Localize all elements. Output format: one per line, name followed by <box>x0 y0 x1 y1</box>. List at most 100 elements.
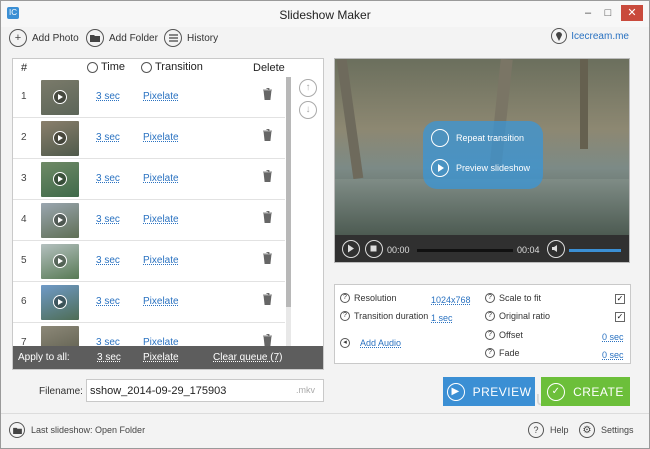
preview-slideshow-button[interactable]: Preview slideshow <box>431 159 530 177</box>
scale-to-fit-checkbox[interactable]: ✓ <box>615 294 625 304</box>
apply-time-link[interactable]: 3 sec <box>97 352 121 363</box>
icecream-icon <box>551 28 568 44</box>
trash-icon[interactable] <box>263 211 272 223</box>
apply-transition-link[interactable]: Pixelate <box>143 352 179 363</box>
play-icon[interactable] <box>53 254 67 268</box>
clear-queue-link[interactable]: Clear queue (7) <box>213 352 282 363</box>
row-time[interactable]: 3 sec <box>96 91 120 102</box>
row-transition[interactable]: Pixelate <box>143 173 179 184</box>
apply-to-all-label: Apply to all: <box>18 352 70 363</box>
add-audio-button[interactable]: ◂ Add Audio <box>340 338 401 348</box>
move-up-icon[interactable]: ↑ <box>299 79 317 97</box>
trash-icon[interactable] <box>263 334 272 346</box>
help-label: Help <box>550 425 569 435</box>
transition-duration-value[interactable]: 1 sec <box>431 313 453 323</box>
slide-thumbnail[interactable] <box>41 326 79 347</box>
seek-bar[interactable] <box>417 249 513 252</box>
row-transition[interactable]: Pixelate <box>143 91 179 102</box>
table-row[interactable]: 5 3 sec Pixelate <box>13 241 285 282</box>
trash-icon[interactable] <box>263 293 272 305</box>
move-down-icon[interactable]: ↓ <box>299 101 317 119</box>
title-bar: IC Slideshow Maker – □ ✕ <box>1 1 649 27</box>
close-button[interactable]: ✕ <box>621 5 643 21</box>
transition-duration-row: ? Transition duration <box>340 311 428 321</box>
trash-icon[interactable] <box>263 129 272 141</box>
header-num: # <box>21 62 28 74</box>
add-folder-label: Add Folder <box>109 32 158 44</box>
play-button[interactable] <box>342 240 360 258</box>
create-button[interactable]: ✓ CREATE <box>541 377 630 406</box>
list-icon <box>164 29 182 47</box>
table-row[interactable]: 4 3 sec Pixelate <box>13 200 285 241</box>
tree-trunk <box>580 59 588 149</box>
offset-value[interactable]: 0 sec <box>602 332 624 342</box>
table-row[interactable]: 1 3 sec Pixelate <box>13 77 285 118</box>
filename-label: Filename: <box>39 386 83 397</box>
volume-icon[interactable] <box>547 240 565 258</box>
open-folder-link[interactable]: Last slideshow: Open Folder <box>9 422 145 438</box>
row-transition[interactable]: Pixelate <box>143 214 179 225</box>
icecream-link[interactable]: Icecream.me <box>551 28 629 44</box>
history-button[interactable]: History <box>164 28 218 48</box>
repeat-transition-button[interactable]: Repeat transition <box>431 129 524 147</box>
offset-row: ? Offset <box>485 330 523 340</box>
play-icon[interactable] <box>53 213 67 227</box>
help-icon[interactable]: ? <box>485 293 495 303</box>
play-icon[interactable] <box>53 172 67 186</box>
play-icon[interactable] <box>53 295 67 309</box>
help-button[interactable]: ? Help <box>528 422 569 438</box>
add-folder-button[interactable]: Add Folder <box>86 28 158 48</box>
row-time[interactable]: 3 sec <box>96 255 120 266</box>
preview-button[interactable]: ▶ PREVIEW <box>443 377 535 406</box>
stop-button[interactable] <box>365 240 383 258</box>
gear-icon: ⚙ <box>579 422 595 438</box>
add-photo-label: Add Photo <box>32 32 79 44</box>
preview-button-label: PREVIEW <box>472 384 532 399</box>
table-row[interactable]: 7 3 sec Pixelate <box>13 323 285 347</box>
row-transition[interactable]: Pixelate <box>143 255 179 266</box>
settings-label: Settings <box>601 425 634 435</box>
play-icon[interactable] <box>53 131 67 145</box>
play-icon[interactable] <box>53 90 67 104</box>
fade-row: ? Fade <box>485 348 520 358</box>
settings-button[interactable]: ⚙ Settings <box>579 422 634 438</box>
table-row[interactable]: 6 3 sec Pixelate <box>13 282 285 323</box>
help-icon[interactable]: ? <box>340 293 350 303</box>
minimize-button[interactable]: – <box>579 5 597 21</box>
help-icon[interactable]: ? <box>485 311 495 321</box>
help-icon[interactable]: ? <box>485 348 495 358</box>
resolution-label: Resolution <box>354 293 397 303</box>
filename-input[interactable]: sshow_2014-09-29_175903 .mkv <box>86 379 324 402</box>
add-audio-label: Add Audio <box>360 338 402 348</box>
table-row[interactable]: 3 3 sec Pixelate <box>13 159 285 200</box>
row-time[interactable]: 3 sec <box>96 132 120 143</box>
table-row[interactable]: 2 3 sec Pixelate <box>13 118 285 159</box>
maximize-button[interactable]: □ <box>599 5 617 21</box>
row-time[interactable]: 3 sec <box>96 214 120 225</box>
play-icon <box>431 159 449 177</box>
history-label: History <box>187 32 219 44</box>
apply-to-all-bar: Apply to all: 3 sec Pixelate Clear queue… <box>13 346 323 369</box>
folder-icon <box>9 422 25 438</box>
original-ratio-checkbox[interactable]: ✓ <box>615 312 625 322</box>
scrollbar[interactable] <box>286 77 291 347</box>
resolution-value[interactable]: 1024x768 <box>431 295 471 305</box>
volume-slider[interactable] <box>569 249 621 252</box>
row-time[interactable]: 3 sec <box>96 296 120 307</box>
scale-to-fit-label: Scale to fit <box>499 293 542 303</box>
fade-value[interactable]: 0 sec <box>602 350 624 360</box>
trash-icon[interactable] <box>263 88 272 100</box>
preview-slideshow-label: Preview slideshow <box>456 163 531 173</box>
row-time[interactable]: 3 sec <box>96 173 120 184</box>
row-transition[interactable]: Pixelate <box>143 296 179 307</box>
scroll-thumb[interactable] <box>286 77 291 307</box>
trash-icon[interactable] <box>263 170 272 182</box>
repeat-icon <box>431 129 449 147</box>
resolution-row: ? Resolution <box>340 293 397 303</box>
help-icon[interactable]: ? <box>485 330 495 340</box>
slide-list: 1 3 sec Pixelate 2 3 sec Pixelate 3 3 se… <box>13 77 285 347</box>
add-photo-button[interactable]: + Add Photo <box>9 28 79 48</box>
row-transition[interactable]: Pixelate <box>143 132 179 143</box>
trash-icon[interactable] <box>263 252 272 264</box>
help-icon[interactable]: ? <box>340 311 350 321</box>
